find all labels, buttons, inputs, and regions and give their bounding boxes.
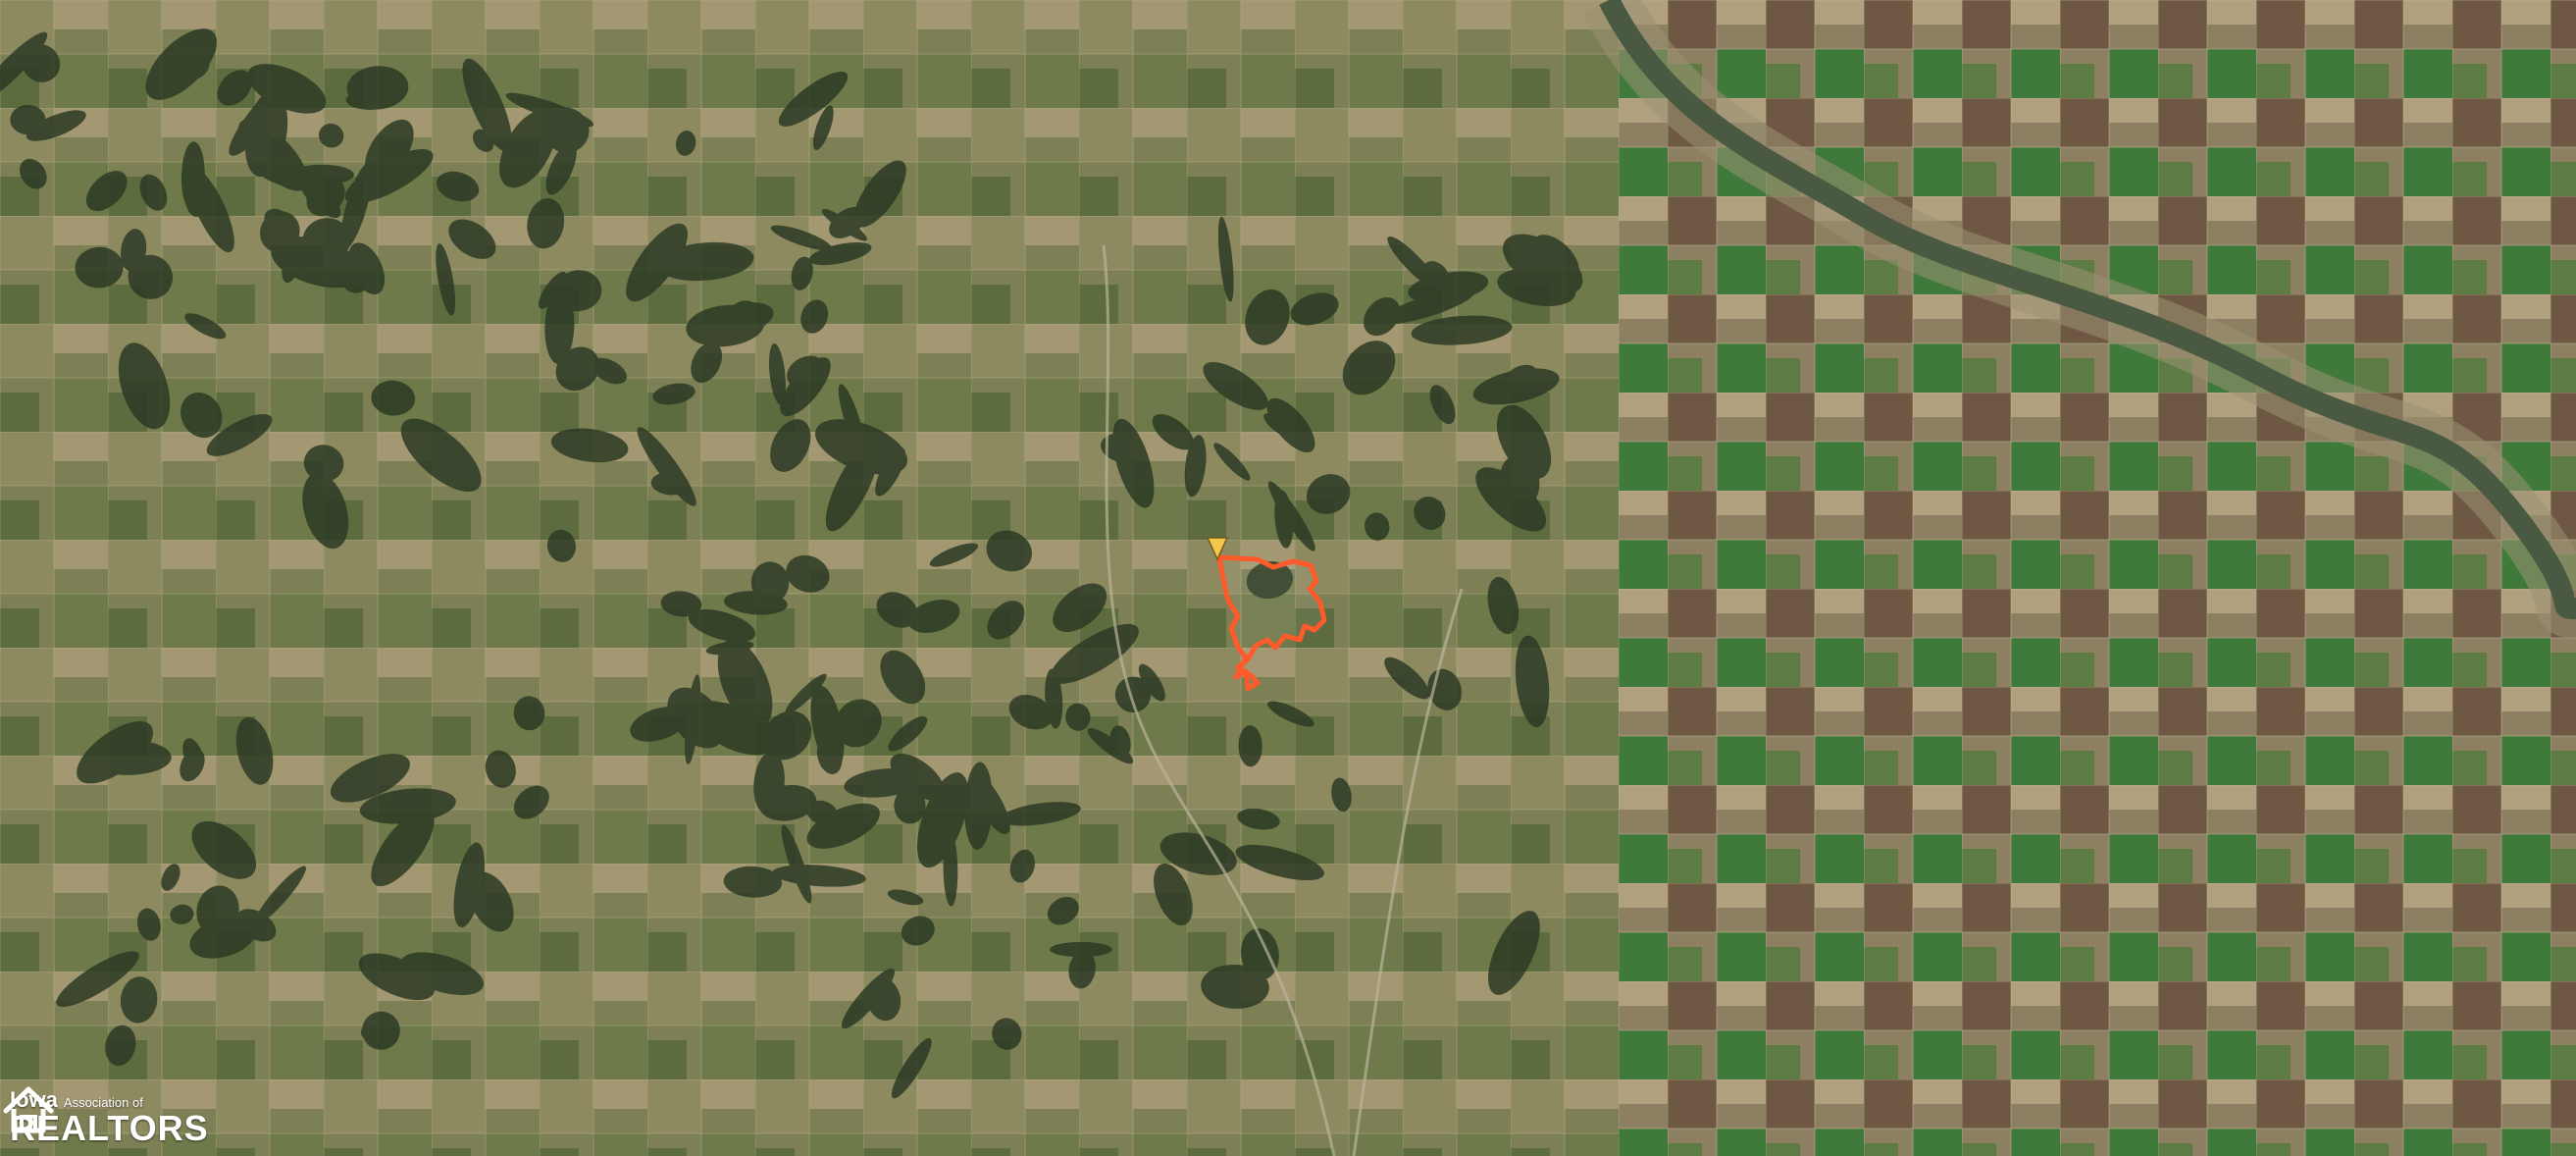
house-outline-logo — [3, 1086, 54, 1133]
iowa-realtors-logo: Iowa Association of REALTORS — [0, 1081, 219, 1156]
satellite-map[interactable]: Iowa Association of REALTORS — [0, 0, 2576, 1156]
forest-patch — [83, 739, 172, 775]
forest-patch — [1050, 941, 1112, 958]
satellite-imagery — [0, 0, 2576, 1156]
